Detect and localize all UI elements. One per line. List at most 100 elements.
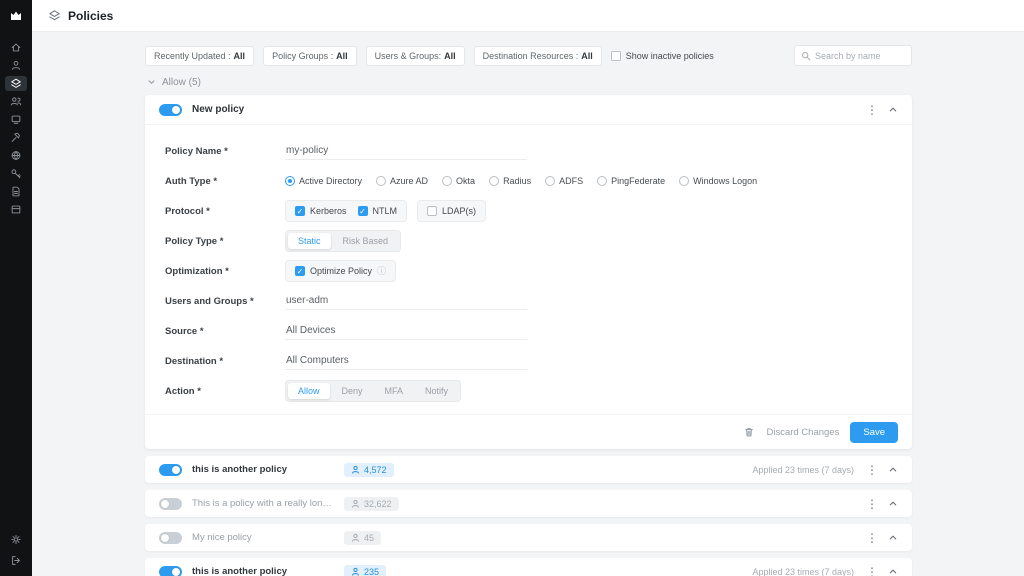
policies-title-icon xyxy=(48,9,61,22)
sidebar-item-tools[interactable] xyxy=(5,130,27,145)
kebab-menu-icon[interactable]: ⋮ xyxy=(864,464,880,476)
radio-icon[interactable] xyxy=(442,176,452,186)
trash-icon[interactable] xyxy=(743,426,755,438)
radio-icon[interactable] xyxy=(489,176,499,186)
sidebar-item-home[interactable] xyxy=(5,40,27,55)
radio-label: ADFS xyxy=(559,176,583,186)
action-notify-button[interactable]: Notify xyxy=(415,383,458,399)
ldap-checkbox[interactable]: LDAP(s) xyxy=(427,206,476,216)
user-count-badge: 45 xyxy=(344,531,381,545)
filter-label: Destination Resources : xyxy=(483,51,579,61)
radio-pingfederate[interactable]: PingFederate xyxy=(597,176,665,186)
policy-row[interactable]: This is a policy with a really long name… xyxy=(145,490,912,517)
checkbox-icon[interactable] xyxy=(295,266,305,276)
destination-input[interactable] xyxy=(285,352,527,370)
checkbox-icon[interactable] xyxy=(427,206,437,216)
form-row-source: Source * xyxy=(145,316,912,346)
user-count-badge: 32,622 xyxy=(344,497,399,511)
save-button[interactable]: Save xyxy=(850,422,898,443)
user-icon xyxy=(351,533,360,542)
policies-icon xyxy=(10,77,22,90)
applied-stats: Applied 23 times (7 days) xyxy=(752,567,854,576)
policy-type-static-button[interactable]: Static xyxy=(288,233,331,249)
radio-icon[interactable] xyxy=(597,176,607,186)
policy-toggle[interactable] xyxy=(159,532,182,544)
checkbox-icon[interactable] xyxy=(358,206,368,216)
policy-row-name: this is another policy xyxy=(192,566,334,576)
ntlm-checkbox[interactable]: NTLM xyxy=(358,206,398,216)
policy-enabled-toggle[interactable] xyxy=(159,104,182,116)
checkbox-icon[interactable] xyxy=(611,51,621,61)
info-icon[interactable]: ⓘ xyxy=(377,267,386,276)
users-icon xyxy=(10,95,22,108)
expand-chevron-up-icon[interactable] xyxy=(888,533,898,543)
radio-windows-logon[interactable]: Windows Logon xyxy=(679,176,757,186)
policy-type-risk-based-button[interactable]: Risk Based xyxy=(333,233,399,249)
filter-recently-updated[interactable]: Recently Updated : All xyxy=(145,46,254,66)
filters-bar: Recently Updated : All Policy Groups : A… xyxy=(145,45,912,66)
radio-okta[interactable]: Okta xyxy=(442,176,475,186)
user-icon xyxy=(351,465,360,474)
sidebar-item-logout[interactable] xyxy=(5,553,27,568)
radio-label: Radius xyxy=(503,176,531,186)
radio-icon[interactable] xyxy=(285,176,295,186)
checkbox-icon[interactable] xyxy=(295,206,305,216)
sidebar-item-devices[interactable] xyxy=(5,112,27,127)
radio-icon[interactable] xyxy=(545,176,555,186)
radio-icon[interactable] xyxy=(376,176,386,186)
kebab-menu-icon[interactable]: ⋮ xyxy=(864,566,880,576)
form-row-protocol: Protocol * Kerberos NTLM LDAP(s) xyxy=(145,196,912,226)
expand-chevron-up-icon[interactable] xyxy=(888,567,898,576)
filter-users-groups[interactable]: Users & Groups: All xyxy=(366,46,465,66)
sidebar-item-logs[interactable] xyxy=(5,184,27,199)
action-mfa-button[interactable]: MFA xyxy=(375,383,414,399)
discard-changes-button[interactable]: Discard Changes xyxy=(766,427,839,438)
policy-row[interactable]: this is another policy 235 Applied 23 ti… xyxy=(145,558,912,576)
radio-active-directory[interactable]: Active Directory xyxy=(285,176,362,186)
sidebar-item-users[interactable] xyxy=(5,94,27,109)
field-label: Protocol * xyxy=(165,206,285,217)
form-row-auth-type: Auth Type * Active Directory Azure AD Ok… xyxy=(145,166,912,196)
sidebar-item-identity-providers[interactable] xyxy=(5,58,27,73)
kebab-menu-icon[interactable]: ⋮ xyxy=(864,532,880,544)
source-input[interactable] xyxy=(285,322,527,340)
kebab-menu-icon[interactable]: ⋮ xyxy=(864,498,880,510)
sidebar-item-keys[interactable] xyxy=(5,166,27,181)
policy-name-title: New policy xyxy=(192,104,244,115)
optimize-policy-checkbox[interactable]: Optimize Policy ⓘ xyxy=(295,266,386,276)
filter-policy-groups[interactable]: Policy Groups : All xyxy=(263,46,357,66)
collapse-chevron-up-icon[interactable] xyxy=(888,105,898,115)
action-allow-button[interactable]: Allow xyxy=(288,383,330,399)
checkbox-label: Show inactive policies xyxy=(626,51,714,61)
form-row-users-groups: Users and Groups * xyxy=(145,286,912,316)
search-input[interactable] xyxy=(815,51,905,61)
policy-row[interactable]: My nice policy 45 ⋮ xyxy=(145,524,912,551)
policy-name-input[interactable] xyxy=(285,142,527,160)
field-label: Users and Groups * xyxy=(165,296,285,307)
radio-adfs[interactable]: ADFS xyxy=(545,176,583,186)
radio-icon[interactable] xyxy=(679,176,689,186)
kebab-menu-icon[interactable]: ⋮ xyxy=(864,104,880,116)
expand-chevron-up-icon[interactable] xyxy=(888,465,898,475)
radio-radius[interactable]: Radius xyxy=(489,176,531,186)
policy-toggle[interactable] xyxy=(159,498,182,510)
kerberos-checkbox[interactable]: Kerberos xyxy=(295,206,347,216)
show-inactive-policies-checkbox[interactable]: Show inactive policies xyxy=(611,51,714,61)
section-allow-header[interactable]: Allow (5) xyxy=(147,77,912,88)
search-box[interactable] xyxy=(794,45,912,66)
form-row-policy-type: Policy Type * Static Risk Based xyxy=(145,226,912,256)
policy-toggle[interactable] xyxy=(159,464,182,476)
sidebar-item-network[interactable] xyxy=(5,148,27,163)
users-and-groups-input[interactable] xyxy=(285,292,527,310)
policy-row[interactable]: this is another policy 4,572 Applied 23 … xyxy=(145,456,912,483)
sidebar-item-policies[interactable] xyxy=(5,76,27,91)
expand-chevron-up-icon[interactable] xyxy=(888,499,898,509)
sidebar-item-settings[interactable] xyxy=(5,532,27,547)
filter-destination-resources[interactable]: Destination Resources : All xyxy=(474,46,602,66)
sidebar-item-reports[interactable] xyxy=(5,202,27,217)
action-deny-button[interactable]: Deny xyxy=(332,383,373,399)
gear-icon xyxy=(10,533,22,546)
field-label: Optimization * xyxy=(165,266,285,277)
policy-toggle[interactable] xyxy=(159,566,182,576)
radio-azure-ad[interactable]: Azure AD xyxy=(376,176,428,186)
